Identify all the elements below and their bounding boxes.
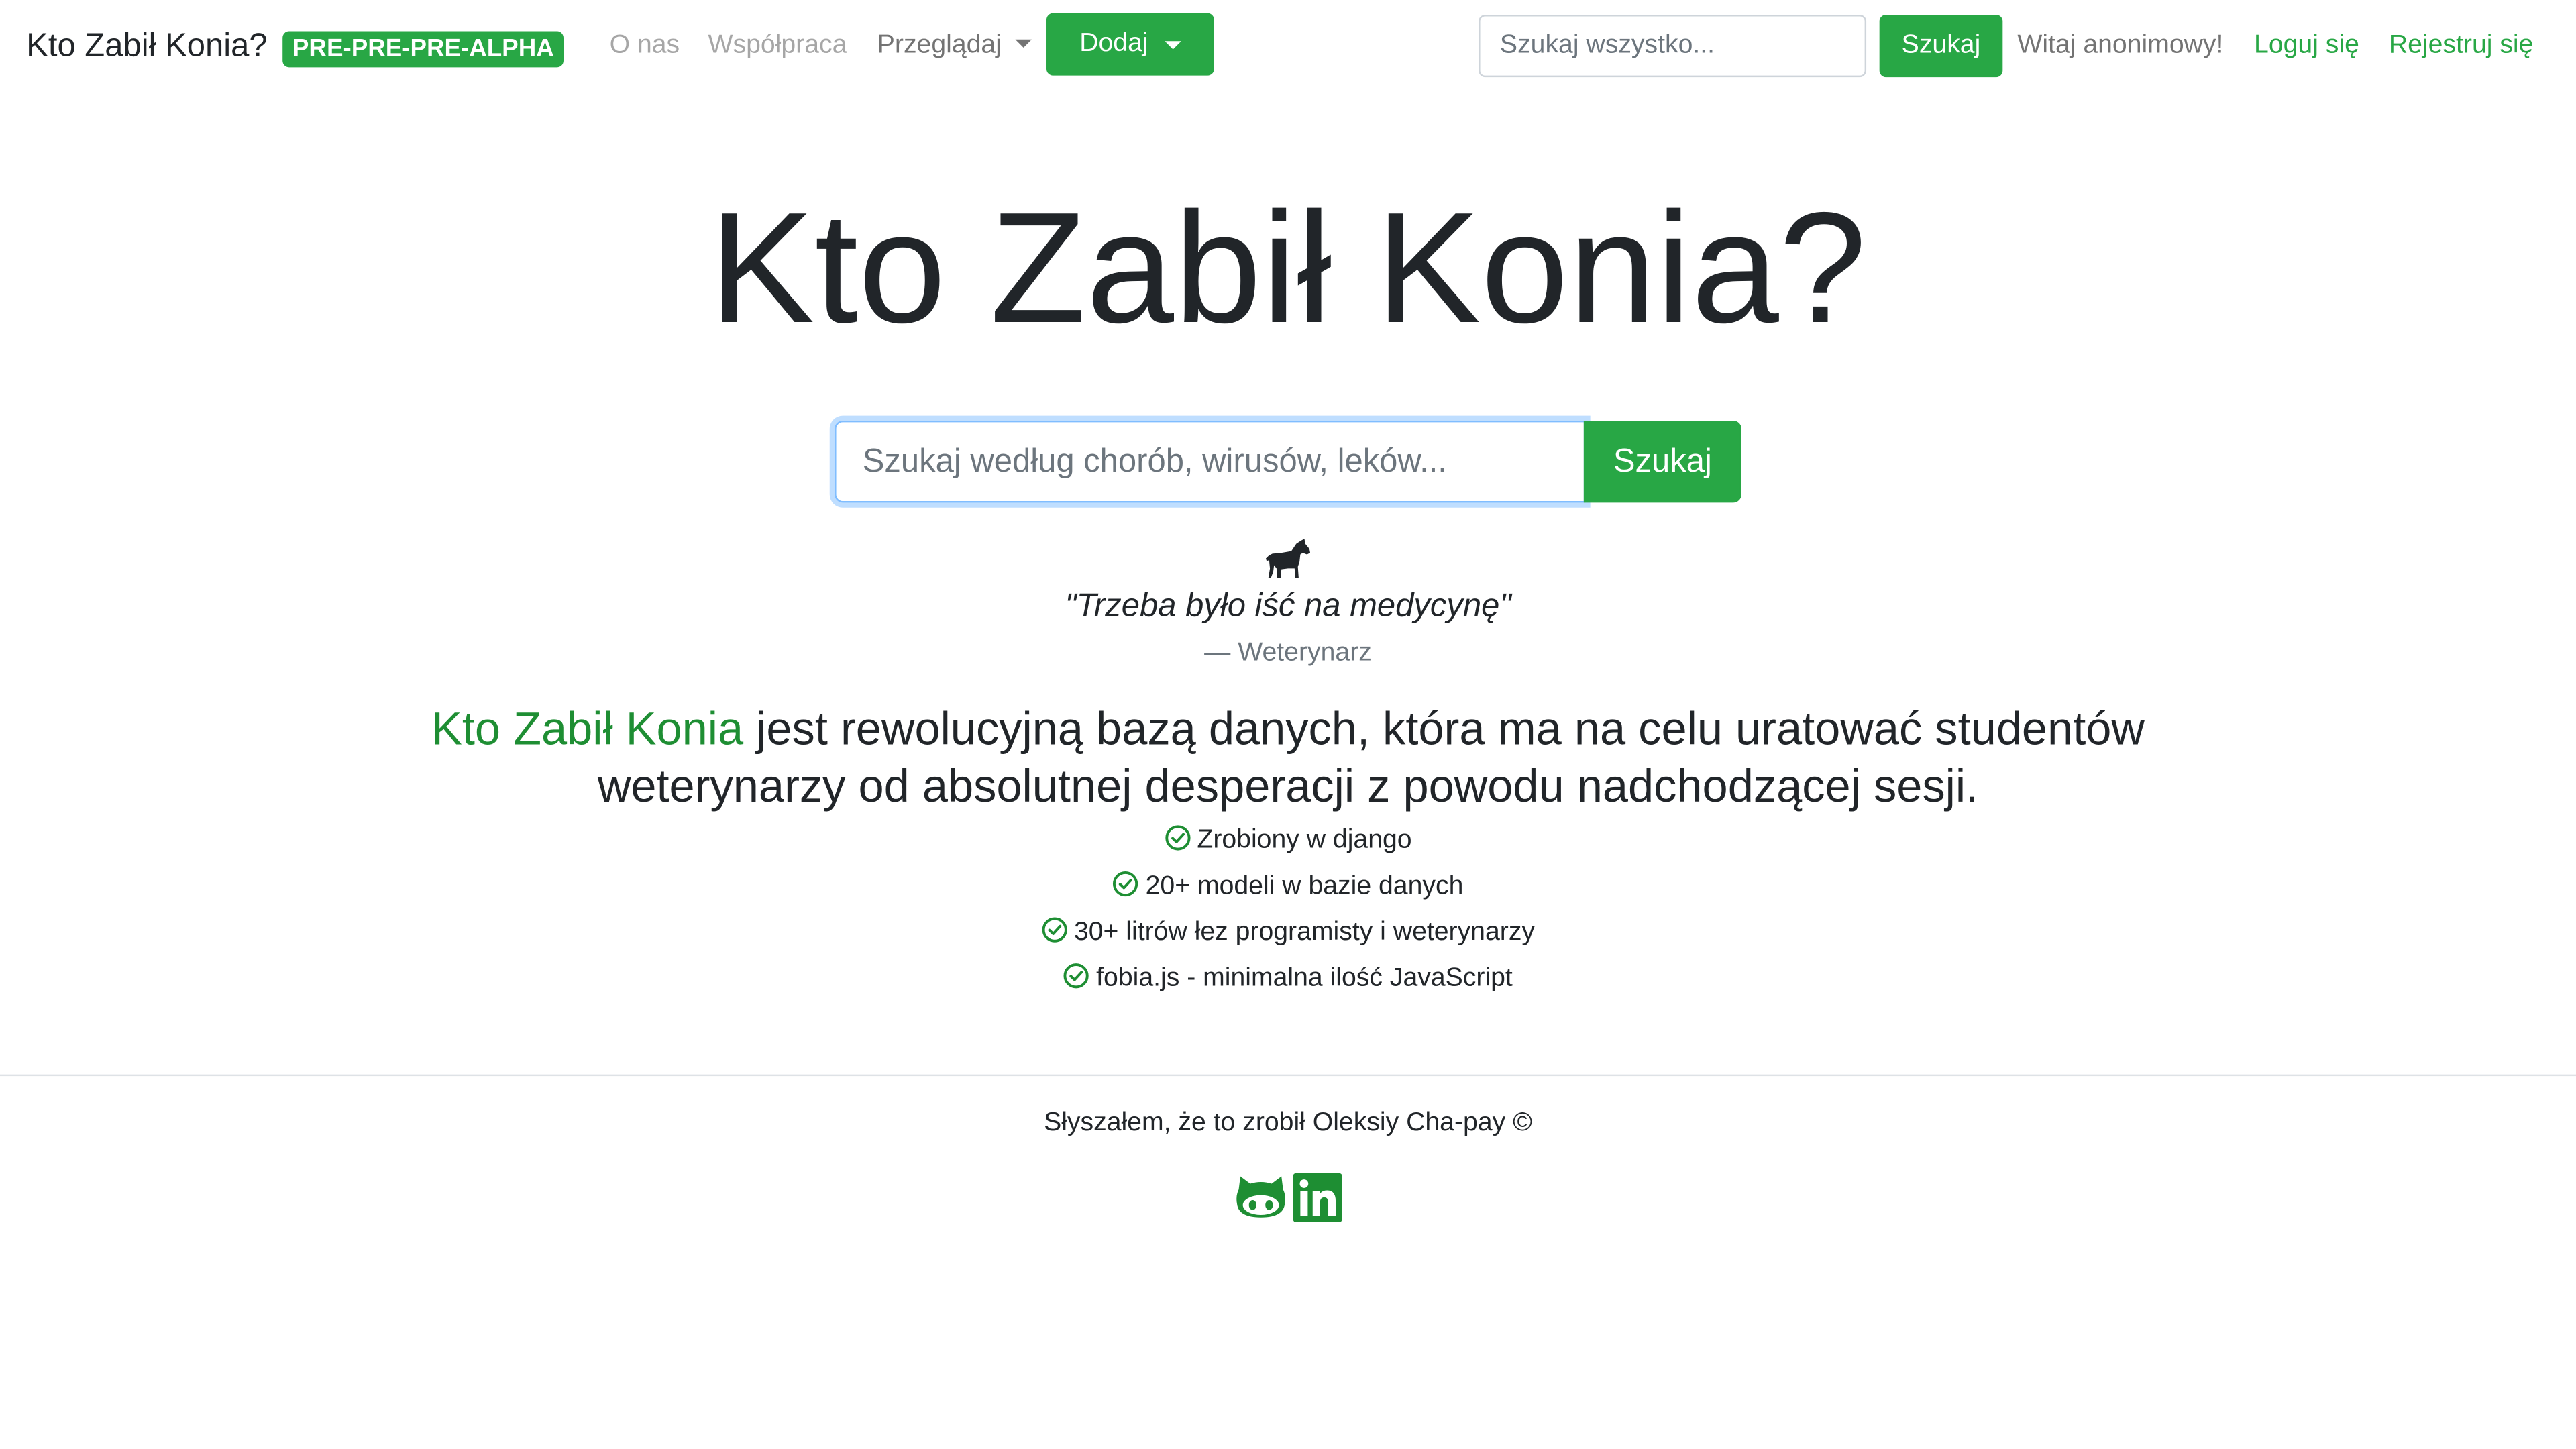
- features-list: Zrobiony w django 20+ modeli w bazie dan…: [0, 822, 2576, 1006]
- linkedin-icon: [1293, 1173, 1342, 1223]
- feature-item: 30+ litrów łez programisty i weterynarzy: [0, 914, 2576, 960]
- check-circle-icon: [1064, 963, 1089, 989]
- footer-divider: [0, 1074, 2576, 1077]
- lead-paragraph: Kto Zabił Konia jest rewolucyjną bazą da…: [384, 700, 2192, 814]
- page: Kto Zabił Konia? PRE-PRE-PRE-ALPHA O nas…: [0, 0, 2576, 1449]
- navbar-search-button[interactable]: Szukaj: [1879, 15, 2003, 78]
- page-title: Kto Zabił Konia?: [709, 180, 1867, 357]
- welcome-text: Witaj anonimowy!: [2017, 31, 2224, 60]
- check-circle-icon: [1113, 871, 1138, 897]
- alpha-badge: PRE-PRE-PRE-ALPHA: [282, 31, 564, 68]
- caret-down-icon: [1014, 39, 1032, 48]
- main-search-button[interactable]: Szukaj: [1583, 420, 1741, 503]
- navbar-brand[interactable]: Kto Zabił Konia?: [26, 26, 267, 66]
- login-link[interactable]: Loguj się: [2254, 30, 2359, 62]
- horse-icon: [1265, 539, 1311, 579]
- feature-item: 20+ modeli w bazie danych: [0, 867, 2576, 914]
- quote-author: — Weterynarz: [1204, 639, 1372, 667]
- linkedin-link[interactable]: [1293, 1173, 1344, 1223]
- lead-site-link[interactable]: Kto Zabił Konia: [431, 703, 743, 754]
- feature-label: Zrobiony w django: [1197, 826, 1412, 855]
- feature-item: Zrobiony w django: [0, 822, 2576, 868]
- footer-text: Słyszałem, że to zrobił Oleksiy Cha-pay …: [1044, 1109, 1532, 1137]
- add-dropdown-button[interactable]: Dodaj: [1046, 13, 1214, 76]
- main-search-input[interactable]: [835, 420, 1586, 503]
- nav-link-about[interactable]: O nas: [610, 30, 680, 62]
- feature-label: fobia.js - minimalna ilość JavaScript: [1096, 964, 1513, 993]
- github-link[interactable]: [1236, 1173, 1287, 1222]
- nav-dropdown-browse[interactable]: Przeglądaj: [877, 30, 1032, 62]
- feature-label: 20+ modeli w bazie danych: [1145, 872, 1464, 901]
- feature-item: fobia.js - minimalna ilość JavaScript: [0, 959, 2576, 1006]
- check-circle-icon: [1165, 825, 1190, 851]
- github-icon: [1236, 1176, 1285, 1218]
- register-link[interactable]: Rejestruj się: [2389, 30, 2534, 62]
- social-links: [1236, 1173, 1344, 1223]
- nav-dropdown-browse-label: Przeglądaj: [877, 31, 1002, 60]
- add-button-label: Dodaj: [1079, 30, 1148, 58]
- feature-label: 30+ litrów łez programisty i weterynarzy: [1073, 918, 1536, 947]
- check-circle-icon: [1041, 917, 1067, 943]
- quote-text: "Trzeba było iść na medycynę": [1065, 588, 1511, 625]
- caret-down-icon: [1165, 40, 1181, 49]
- lead-text: jest rewolucyjną bazą danych, która ma n…: [597, 703, 2145, 812]
- navbar: Kto Zabił Konia? PRE-PRE-PRE-ALPHA O nas…: [0, 0, 2576, 92]
- nav-link-collab[interactable]: Współpraca: [708, 30, 847, 62]
- navbar-search-input[interactable]: [1479, 15, 1867, 78]
